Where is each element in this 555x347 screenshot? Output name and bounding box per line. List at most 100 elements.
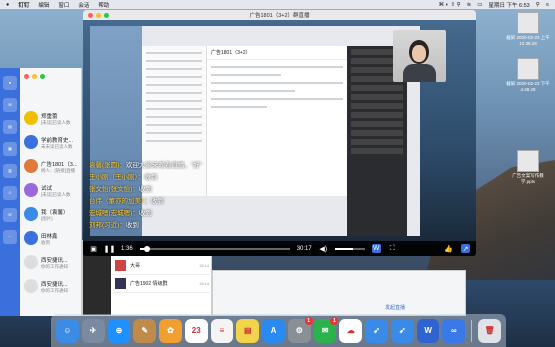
contacts-icon[interactable]: ☺	[3, 186, 17, 200]
danmaku-toggle-icon[interactable]: ▣	[89, 244, 98, 253]
current-time: 1:36	[121, 245, 133, 252]
messages-icon[interactable]: ✉	[3, 98, 17, 112]
chat-name: 学前教育史...	[41, 138, 74, 144]
system-preferences-icon[interactable]: ⚙ 1	[287, 316, 313, 343]
reminders-icon[interactable]: ≡	[210, 318, 234, 343]
avatar	[24, 255, 38, 269]
shared-chat-pane: 广告1801（3+2）	[207, 46, 347, 196]
wechat-icon[interactable]: ✉ 1	[313, 316, 339, 343]
chat-item[interactable]: 西安捷讯... 你的工作通知	[24, 276, 82, 298]
dingtalk-alt-icon[interactable]: ➹	[390, 318, 414, 343]
menu-item-window[interactable]: 窗口	[58, 1, 69, 9]
wps-icon[interactable]: W	[371, 244, 381, 253]
messages-icon[interactable]: ☁	[339, 318, 363, 343]
linked-circles-icon[interactable]: ∞	[442, 318, 466, 343]
photos-icon[interactable]: ✿	[159, 318, 182, 343]
desktop-file-pptx[interactable]: 广告文案写作教学.pptx	[506, 150, 550, 184]
search-icon[interactable]: ⚲	[536, 2, 540, 8]
chat-name: 大哥	[130, 263, 141, 269]
finder-icon[interactable]: ☺	[56, 318, 79, 343]
start-live-link[interactable]: 发起直播	[385, 304, 405, 311]
avatar	[24, 111, 38, 125]
window-controls	[88, 13, 109, 18]
menu-item-session[interactable]: 会话	[78, 1, 89, 9]
chat-name: 西安捷讯...	[41, 282, 68, 288]
close-icon[interactable]	[88, 13, 93, 18]
dingtalk-icon[interactable]: ➹	[365, 318, 388, 343]
chat-name: 我（袁馨）	[41, 210, 69, 216]
stickies-icon[interactable]: ▤	[236, 318, 260, 343]
avatar	[24, 183, 38, 197]
wifi-icon[interactable]: ≋	[467, 2, 472, 8]
menu-app-name[interactable]: 钉钉	[18, 1, 29, 9]
battery-icon[interactable]: ▭	[477, 2, 482, 8]
chat-preview: 你的工作通知	[41, 264, 68, 269]
comment-line: 台伟（董亦的加美）：收到	[89, 198, 164, 205]
chat-item[interactable]: 郑重蕾 [未读]已读人数	[24, 108, 82, 130]
desktop: ● 钉钉 编辑 窗口 会话 帮助 ⌘ ◐ ⇪ ⚲ ≋ ▭ 星期日 下午 6:53…	[0, 0, 555, 347]
player-title: 广告1801（3+2）群直播	[249, 13, 310, 19]
chat-preview: 杨人：[链接]直播	[41, 168, 75, 173]
chat-name: 西安捷讯...	[41, 258, 68, 264]
like-icon[interactable]: 👍	[444, 244, 453, 253]
pause-icon[interactable]: ❚❚	[104, 244, 116, 253]
live-window: 发起直播	[212, 270, 466, 316]
more-icon[interactable]: ⋯	[3, 230, 17, 244]
desktop-file-screenshot-1[interactable]: 截屏 2020-02-23 上午10.38.28	[506, 12, 550, 46]
chat-item[interactable]: 学前教育史... 末未读已读人数	[24, 132, 82, 154]
chat-preview: [未读]已读人数	[41, 120, 71, 125]
launchpad-icon[interactable]: ✈	[81, 318, 105, 343]
app-store-icon[interactable]: A	[262, 318, 285, 343]
minimize-icon[interactable]	[96, 13, 101, 18]
volume-icon[interactable]: ◀)	[319, 244, 328, 253]
chat-item[interactable]: 广告1801（3... 杨人：[链接]直播	[24, 156, 82, 178]
calendar-icon[interactable]: ▥	[3, 164, 17, 178]
menu-item-edit[interactable]: 编辑	[38, 1, 49, 9]
trash-icon[interactable]: 🗑	[478, 318, 501, 343]
volume-slider[interactable]	[334, 247, 365, 250]
chat-name: 郑重蕾	[41, 114, 58, 120]
dock: ☺ ✈ ⊕ ✎ ✿ 23 ≡ ▤ A ⚙ 1 ✉ 1 ☁ ➹ ➹ W ∞ 🗑	[51, 314, 506, 347]
phone-icon[interactable]: ☏	[3, 208, 17, 222]
comment-line: 张文怡(张文怡)：收到	[89, 186, 152, 193]
safari-icon[interactable]: ⊕	[107, 318, 131, 343]
live-comments: 袁馨(张圆)：欢迎大家来观看直播，"好" 王小刚（王小刚）：收到 张文怡(张文怡…	[89, 160, 202, 232]
zoom-icon[interactable]	[104, 13, 109, 18]
chat-name: 广告1801（3...	[41, 162, 78, 168]
menu-item-help[interactable]: 帮助	[98, 1, 109, 9]
status-icons[interactable]: ⌘ ◐ ⇪ ⚲	[439, 2, 461, 8]
share-icon[interactable]: ↗	[461, 244, 470, 253]
progress-handle[interactable]	[144, 245, 151, 252]
chat-preview: 末未读已读人数	[41, 144, 73, 149]
desktop-file-screenshot-2[interactable]: 截屏 2020-02-23 下午4.38.28	[506, 58, 550, 92]
chat-item[interactable]: 田林鑫 收到	[24, 228, 82, 250]
shared-chat-title: 广告1801（3+2）	[207, 46, 347, 60]
comment-line: 袁馨(张圆)：欢迎大家来观看直播，"好"	[89, 162, 202, 169]
list-item[interactable]: 广告1902 情级群 15:14	[111, 275, 213, 293]
chat-item[interactable]: 西安捷讯... 你的工作通知	[24, 252, 82, 274]
chat-name: 广告1902 情级群	[130, 281, 168, 287]
chat-item[interactable]: 我（袁馨） [图片]	[24, 204, 82, 226]
fullscreen-icon[interactable]: ⛶	[388, 244, 397, 253]
chat-item[interactable]: 试试 [未读]已读人数	[24, 180, 82, 202]
work-icon[interactable]: ▦	[3, 142, 17, 156]
clock[interactable]: 星期日 下午 6:53	[488, 1, 529, 9]
dock-separator	[471, 319, 473, 342]
file-thumbnail-icon	[517, 58, 539, 80]
notes-icon[interactable]: ✎	[133, 318, 157, 343]
avatar	[115, 278, 126, 289]
chat-preview: [图片]	[41, 216, 53, 221]
control-center-icon[interactable]: ≡	[546, 2, 549, 8]
close-icon[interactable]	[24, 74, 29, 79]
minimize-icon[interactable]	[32, 74, 37, 79]
list-item[interactable]: 大哥 15:14	[111, 257, 213, 275]
calendar-icon[interactable]: 23	[184, 318, 208, 343]
wps-icon[interactable]: W	[416, 318, 440, 343]
notification-badge: 1	[304, 316, 313, 325]
zoom-icon[interactable]	[40, 74, 45, 79]
avatar[interactable]: ●	[3, 76, 17, 90]
progress-bar[interactable]	[139, 245, 290, 252]
docs-icon[interactable]: ▤	[3, 120, 17, 134]
total-time: 30:17	[296, 245, 312, 252]
apple-menu-icon[interactable]: ●	[6, 2, 9, 8]
